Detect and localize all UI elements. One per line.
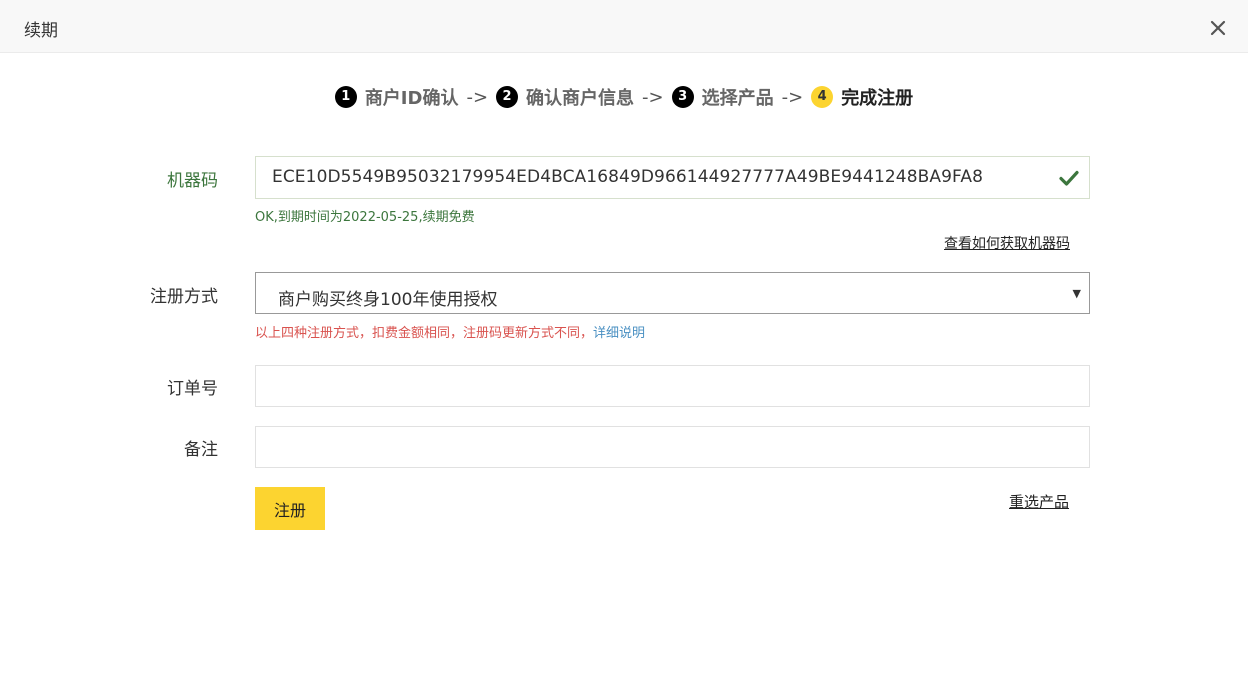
order-number-input[interactable] — [255, 365, 1090, 407]
step-label: 选择产品 — [701, 88, 774, 109]
step-label: 确认商户信息 — [526, 88, 635, 109]
check-icon — [1059, 169, 1079, 187]
step-1: 1 商户ID确认 — [334, 84, 459, 110]
remark-label: 备注 — [184, 440, 218, 460]
register-method-hint: 以上四种注册方式，扣费金额相同，注册码更新方式不同，详细说明 — [255, 322, 645, 341]
step-number: 2 — [496, 86, 519, 108]
how-to-get-machine-code-link[interactable]: 查看如何获取机器码 — [944, 233, 1070, 253]
machine-code-label: 机器码 — [167, 171, 218, 191]
step-label: 完成注册 — [841, 88, 914, 109]
step-3: 3 选择产品 — [671, 84, 774, 110]
remark-input[interactable] — [255, 426, 1090, 468]
detail-link[interactable]: 详细说明 — [593, 326, 645, 341]
close-icon[interactable] — [1207, 17, 1229, 39]
register-method-hint-text: 以上四种注册方式，扣费金额相同，注册码更新方式不同， — [255, 326, 594, 341]
register-method-label: 注册方式 — [150, 287, 218, 307]
step-indicator: 1 商户ID确认 -> 2 确认商户信息 -> 3 选择产品 -> 4 完成注册 — [0, 84, 1248, 110]
dialog-header: 续期 — [0, 0, 1248, 53]
register-method-selected: 商户购买终身100年使用授权 — [278, 290, 498, 310]
reselect-product-link[interactable]: 重选产品 — [1009, 491, 1069, 512]
caret-down-icon: ▼ — [1072, 287, 1081, 300]
step-arrow: -> — [466, 86, 489, 108]
machine-code-status: OK,到期时间为2022-05-25,续期免费 — [255, 210, 475, 225]
machine-code-value: ECE10D5549B95032179954ED4BCA16849D966144… — [272, 167, 983, 187]
step-arrow: -> — [642, 86, 664, 108]
register-method-select[interactable]: 商户购买终身100年使用授权 ▼ — [255, 272, 1090, 314]
machine-code-field[interactable]: ECE10D5549B95032179954ED4BCA16849D966144… — [255, 156, 1090, 199]
step-number: 3 — [671, 86, 694, 108]
step-4: 4 完成注册 — [811, 84, 913, 110]
dialog-title: 续期 — [24, 21, 58, 41]
step-label: 商户ID确认 — [364, 88, 459, 109]
order-number-label: 订单号 — [167, 379, 218, 399]
step-number: 1 — [334, 86, 357, 108]
step-2: 2 确认商户信息 — [496, 84, 634, 110]
step-number: 4 — [811, 86, 834, 108]
register-button[interactable]: 注册 — [255, 487, 325, 530]
step-arrow: -> — [781, 86, 804, 108]
